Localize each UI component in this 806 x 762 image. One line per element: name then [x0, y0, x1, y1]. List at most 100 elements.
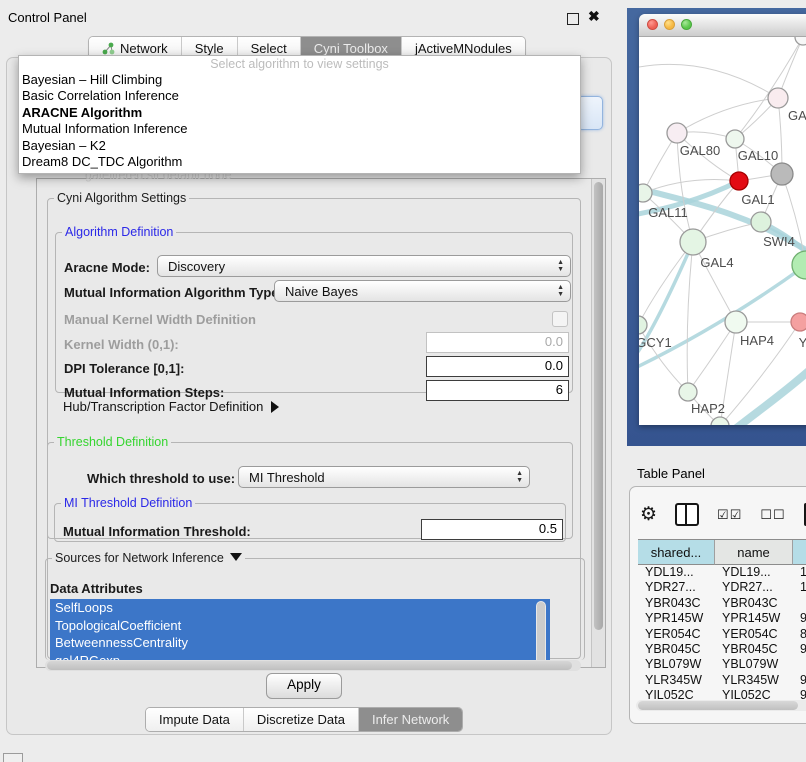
- settings-vertical-scrollbar[interactable]: [591, 179, 605, 667]
- dropdown-item[interactable]: Mutual Information Inference: [19, 121, 580, 137]
- dropdown-item[interactable]: Basic Correlation Inference: [19, 88, 580, 104]
- manual-kernel-checkbox[interactable]: [552, 311, 568, 327]
- network-node-gcy1[interactable]: [639, 316, 647, 334]
- network-node-y[interactable]: [791, 313, 806, 331]
- mi-threshold-label: Mutual Information Threshold:: [63, 524, 251, 539]
- tab-label: Select: [251, 41, 287, 56]
- apply-button[interactable]: Apply: [266, 673, 342, 699]
- table-cell: 9.: [793, 611, 806, 626]
- table-horizontal-scrollbar[interactable]: [636, 700, 806, 711]
- column-header-name[interactable]: name: [715, 540, 793, 565]
- group-title: Cyni Algorithm Settings: [54, 191, 189, 205]
- close-panel-icon[interactable]: ✖: [588, 8, 600, 25]
- split-panel-icon[interactable]: [675, 503, 699, 526]
- attributes-scrollbar[interactable]: [536, 601, 546, 667]
- column-header-A[interactable]: A: [793, 540, 806, 565]
- network-node-gal11[interactable]: [639, 184, 652, 202]
- network-node-label: GAL1: [741, 192, 774, 207]
- table-cell: YLR345W: [715, 673, 793, 688]
- table-toolbar: ⚙ ☑☑ ☐☐: [640, 503, 806, 526]
- mi-type-value: Naive Bayes: [285, 284, 358, 299]
- network-node-gal[interactable]: [768, 88, 788, 108]
- algorithm-definition-group: Algorithm Definition Aracne Mode: Discov…: [55, 225, 573, 393]
- settings-gear-icon[interactable]: ⚙: [640, 505, 657, 525]
- dpi-tolerance-field[interactable]: 0.0: [426, 356, 569, 377]
- table-cell: YBL079W: [638, 657, 715, 672]
- floating-panel-button-fragment[interactable]: [3, 753, 23, 762]
- network-edge[interactable]: [639, 265, 806, 369]
- dropdown-item[interactable]: Bayesian – Hill Climbing: [19, 72, 580, 88]
- table-row[interactable]: YER054CYER054C8.: [638, 627, 806, 642]
- table-row[interactable]: YPR145WYPR145W9.: [638, 611, 806, 626]
- which-threshold-label: Which threshold to use:: [87, 471, 235, 486]
- network-edge[interactable]: [639, 64, 778, 98]
- table-row[interactable]: YBR045CYBR045C9.: [638, 642, 806, 657]
- network-edge[interactable]: [687, 242, 693, 392]
- aracne-mode-select[interactable]: Discovery ▲▼: [157, 255, 571, 277]
- dropdown-item[interactable]: ARACNE Algorithm: [19, 105, 580, 121]
- network-node-label: GCY1: [639, 335, 672, 350]
- network-window[interactable]: GALGAL80GAL10GAL1GAL11SWI4GAL4GCY1HAP4YH…: [639, 14, 806, 425]
- table-row[interactable]: YBL079WYBL079W: [638, 657, 806, 672]
- float-panel-icon[interactable]: [567, 13, 579, 25]
- network-node-swi4[interactable]: [751, 212, 771, 232]
- mi-threshold-field[interactable]: 0.5: [421, 519, 563, 540]
- network-window-titlebar[interactable]: [639, 14, 806, 37]
- mi-threshold-group-title: MI Threshold Definition: [61, 496, 195, 510]
- table-row[interactable]: YLR345WYLR345W9.: [638, 673, 806, 688]
- dropdown-item[interactable]: Dream8 DC_TDC Algorithm: [19, 154, 580, 170]
- table-cell: YBR043C: [638, 596, 715, 611]
- network-edge[interactable]: [735, 37, 803, 139]
- network-node[interactable]: [795, 37, 806, 45]
- network-node-gal10[interactable]: [726, 130, 744, 148]
- deselect-all-icon[interactable]: ☐☐: [760, 507, 785, 523]
- table-cell: YDL19...: [638, 565, 715, 580]
- table-cell: YBR045C: [715, 642, 793, 657]
- network-node-label: GAL11: [648, 205, 688, 220]
- network-node-label: GAL80: [680, 143, 720, 158]
- network-icon: [102, 42, 115, 55]
- tab-discretize-data[interactable]: Discretize Data: [243, 708, 358, 731]
- select-all-icon[interactable]: ☑☑: [717, 507, 742, 523]
- network-node-hap4[interactable]: [725, 311, 747, 333]
- tab-impute-data[interactable]: Impute Data: [146, 708, 243, 731]
- settings-scroll-area: Cyni Algorithm Settings Algorithm Defini…: [36, 178, 606, 668]
- network-edge[interactable]: [677, 98, 778, 133]
- attribute-list-item[interactable]: BetweennessCentrality: [50, 634, 550, 652]
- dropdown-placeholder: Select algorithm to view settings: [19, 56, 580, 72]
- tab-label: Network: [120, 41, 168, 56]
- mi-steps-field[interactable]: 6: [426, 380, 569, 401]
- threshold-definition-group: Threshold Definition Which threshold to …: [47, 435, 573, 539]
- table-row[interactable]: YDL19...YDL19...13: [638, 565, 806, 580]
- settings-horizontal-scrollbar[interactable]: [45, 660, 581, 671]
- dropdown-item[interactable]: Bayesian – K2: [19, 138, 580, 154]
- network-node[interactable]: [771, 163, 793, 185]
- hub-definition-toggle[interactable]: Hub/Transcription Factor Definition: [63, 399, 279, 414]
- network-edge[interactable]: [723, 369, 806, 425]
- column-header-shared[interactable]: shared...: [638, 540, 715, 565]
- stepper-icon: ▲▼: [516, 470, 523, 484]
- network-node-label: GAL10: [738, 148, 778, 163]
- network-canvas[interactable]: GALGAL80GAL10GAL1GAL11SWI4GAL4GCY1HAP4YH…: [639, 37, 806, 425]
- network-node-gal80[interactable]: [667, 123, 687, 143]
- minimize-window-icon[interactable]: [664, 19, 675, 30]
- attribute-list-item[interactable]: SelfLoops: [50, 599, 550, 617]
- network-node-gal1[interactable]: [730, 172, 748, 190]
- tab-infer-network[interactable]: Infer Network: [358, 708, 462, 731]
- table-row[interactable]: YBR043CYBR043C: [638, 596, 806, 611]
- network-node-hap2[interactable]: [679, 383, 697, 401]
- sources-title[interactable]: Sources for Network Inference: [52, 551, 245, 565]
- close-window-icon[interactable]: [647, 19, 658, 30]
- network-node-gal4[interactable]: [680, 229, 706, 255]
- zoom-window-icon[interactable]: [681, 19, 692, 30]
- manual-kernel-label: Manual Kernel Width Definition: [64, 312, 256, 327]
- attribute-list-item[interactable]: TopologicalCoefficient: [50, 617, 550, 635]
- which-threshold-select[interactable]: MI Threshold ▲▼: [238, 466, 530, 488]
- table-row[interactable]: YDR27...YDR27...12: [638, 580, 806, 595]
- network-edge[interactable]: [639, 242, 693, 325]
- mi-type-select[interactable]: Naive Bayes ▲▼: [274, 280, 571, 302]
- hub-definition-label: Hub/Transcription Factor Definition: [63, 399, 263, 414]
- network-edge[interactable]: [688, 322, 736, 392]
- kernel-width-field[interactable]: 0.0: [426, 332, 569, 353]
- table-cell: YPR145W: [715, 611, 793, 626]
